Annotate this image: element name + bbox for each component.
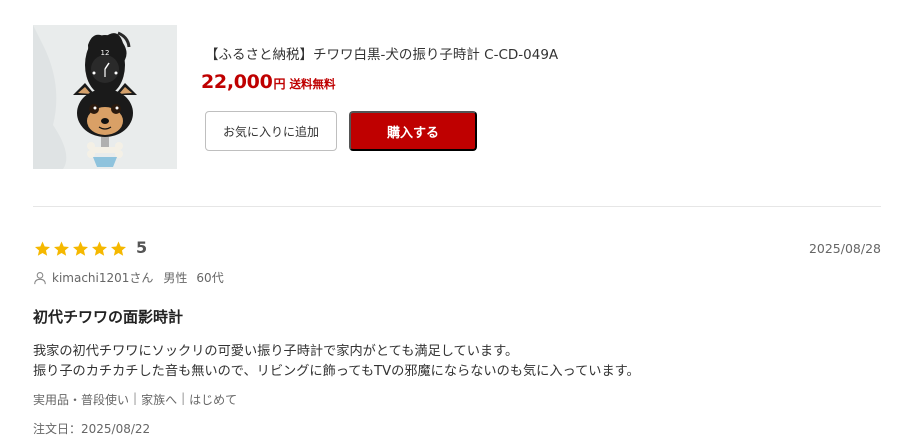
price-value: 22,000 — [201, 71, 273, 93]
rating-value: 5 — [136, 238, 148, 257]
reviewer-age: 60代 — [196, 271, 224, 285]
star-icon — [54, 241, 69, 256]
product-card: 12 【ふるさと納税】チワワ白黒-犬の振り子時計 C-CD-049A 22,00… — [33, 25, 881, 170]
star-icon — [73, 241, 88, 256]
star-rating — [33, 240, 128, 258]
section-divider — [33, 206, 881, 207]
star-icon — [35, 241, 50, 256]
tag-separator: | — [133, 391, 138, 405]
add-to-favorites-button[interactable]: お気に入りに追加 — [205, 111, 337, 151]
reviewer-gender: 男性 — [163, 271, 188, 285]
price-currency: 円 — [273, 77, 286, 91]
price-row: 22,000円 送料無料 — [201, 71, 336, 93]
review-body: 我家の初代チワワにソックリの可愛い振り子時計で家内がとても満足しています。 振り… — [33, 342, 640, 382]
tag-recipient: 家族へ — [141, 393, 178, 407]
order-date: 注文日：2025/08/22 — [33, 422, 151, 436]
review-title: 初代チワワの面影時計 — [33, 308, 184, 326]
review-date: 2025/08/28 — [808, 241, 881, 256]
tag-usage: 実用品・普段使い — [33, 393, 130, 407]
product-title[interactable]: 【ふるさと納税】チワワ白黒-犬の振り子時計 C-CD-049A — [205, 43, 558, 63]
tag-separator: | — [181, 391, 186, 405]
tag-purchase-count: はじめて — [189, 393, 238, 407]
buy-button[interactable]: 購入する — [349, 111, 477, 151]
svg-text:12: 12 — [101, 49, 110, 57]
user-icon — [34, 271, 46, 284]
free-shipping-label: 送料無料 — [289, 77, 336, 91]
review-body-line: 我家の初代チワワにソックリの可愛い振り子時計で家内がとても満足しています。 — [33, 344, 519, 359]
reviewer-name[interactable]: kimachi1201さん — [52, 269, 153, 286]
review-body-line: 振り子のカチカチした音も無いので、リビングに飾ってもTVの邪魔にならないのも気に… — [33, 364, 640, 379]
product-image[interactable]: 12 — [33, 25, 177, 169]
chihuahua-clock-illustration: 12 — [33, 25, 177, 169]
star-icon — [111, 241, 126, 256]
star-icon — [92, 241, 107, 256]
review-tags: 実用品・普段使い | 家族へ | はじめて — [33, 391, 237, 408]
reviewer-info: kimachi1201さん 男性 60代 — [33, 269, 224, 286]
